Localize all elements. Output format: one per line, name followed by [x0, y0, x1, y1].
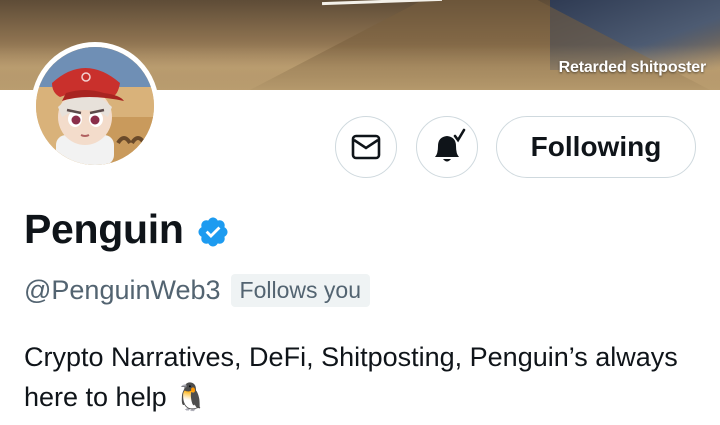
follows-you-badge: Follows you: [230, 274, 370, 307]
handle: @PenguinWeb3: [24, 275, 221, 305]
handle-row: @PenguinWeb3 Follows you: [24, 274, 370, 307]
avatar-image: [36, 47, 154, 165]
bell-check-icon: [435, 128, 466, 162]
bio: Crypto Narratives, DeFi, Shitposting, Pe…: [24, 342, 678, 412]
notifications-button[interactable]: [416, 116, 478, 178]
following-button[interactable]: Following: [496, 116, 696, 178]
verified-badge-icon[interactable]: [196, 215, 230, 249]
banner-caption: Retarded shitposter: [558, 59, 707, 76]
display-name: Penguin: [24, 206, 184, 252]
mail-icon: [351, 134, 381, 160]
name-row: Penguin: [24, 206, 230, 253]
avatar[interactable]: [31, 42, 159, 170]
message-button[interactable]: [335, 116, 397, 178]
